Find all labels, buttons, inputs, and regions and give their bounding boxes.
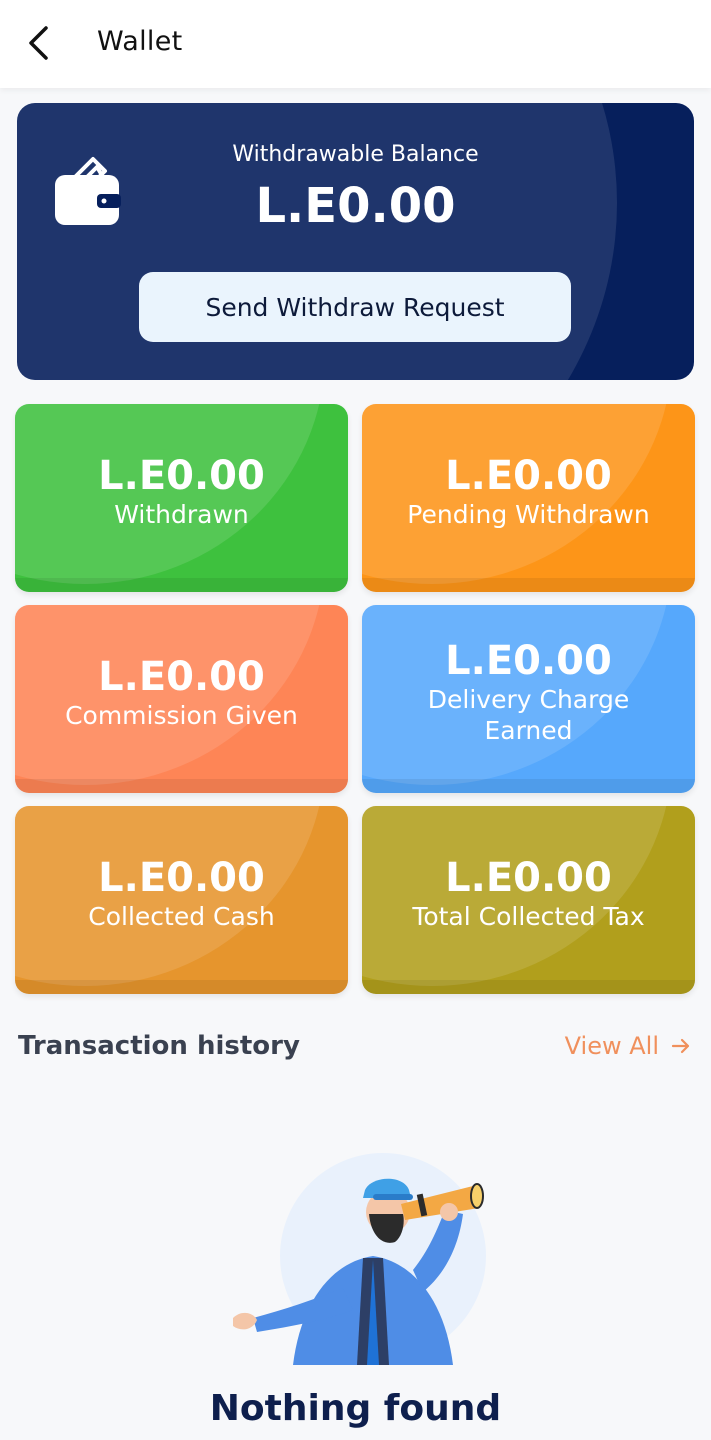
view-all-label: View All	[564, 1032, 659, 1060]
withdrawn-label: Withdrawn	[114, 499, 249, 529]
withdrawn-card: L.E0.00 Withdrawn	[15, 404, 348, 592]
back-arrow-icon	[29, 26, 48, 60]
commission-given-amount: L.E0.00	[98, 653, 265, 700]
view-all-link[interactable]: View All	[565, 1032, 691, 1060]
commission-given-card: L.E0.00 Commission Given	[15, 605, 348, 793]
collected-cash-label: Collected Cash	[88, 901, 275, 931]
collected-cash-amount: L.E0.00	[98, 854, 265, 901]
app-bar: Wallet	[0, 0, 711, 88]
back-button[interactable]	[18, 22, 60, 64]
total-collected-tax-card: L.E0.00 Total Collected Tax	[362, 806, 695, 994]
pending-withdrawn-card: L.E0.00 Pending Withdrawn	[362, 404, 695, 592]
pending-withdrawn-label: Pending Withdrawn	[407, 499, 650, 529]
page-title: Wallet	[97, 26, 183, 57]
delivery-charge-earned-amount: L.E0.00	[445, 638, 612, 684]
pending-withdrawn-amount: L.E0.00	[445, 452, 612, 499]
total-collected-tax-label: Total Collected Tax	[412, 901, 645, 931]
commission-given-label: Commission Given	[65, 700, 298, 730]
arrow-right-icon	[671, 1038, 690, 1054]
send-withdraw-request-button[interactable]: Send Withdraw Request	[139, 272, 571, 342]
collected-cash-card: L.E0.00 Collected Cash	[15, 806, 348, 994]
withdrawable-balance-amount: L.E0.00	[255, 178, 456, 234]
nothing-found-title: Nothing found	[209, 1388, 502, 1429]
transaction-history-title: Transaction history	[18, 1031, 300, 1061]
delivery-charge-earned-label: Delivery Charge Earned	[427, 685, 630, 745]
withdrawn-amount: L.E0.00	[98, 452, 265, 499]
total-collected-tax-amount: L.E0.00	[445, 854, 612, 901]
withdrawable-balance-label: Withdrawable Balance	[232, 142, 479, 167]
man-with-telescope-illustration	[233, 1153, 486, 1365]
delivery-charge-earned-card: L.E0.00 Delivery Charge Earned	[362, 605, 695, 793]
